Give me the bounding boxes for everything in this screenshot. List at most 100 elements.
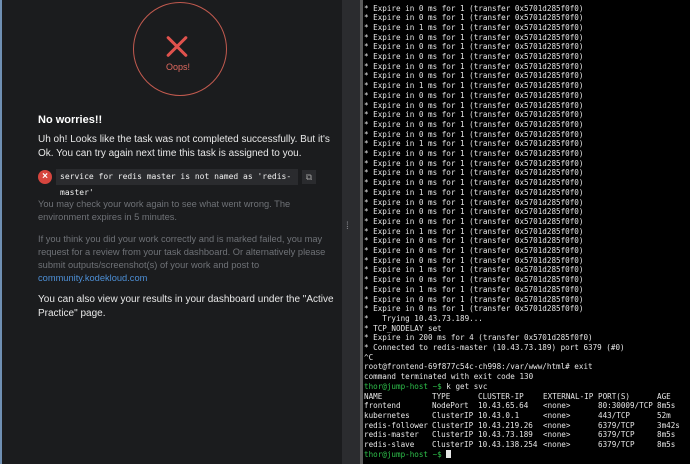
terminal-line: * Expire in 1 ms for 1 (transfer 0x5701d… [364,265,584,275]
panel-divider[interactable] [342,0,360,464]
error-box: × service for redis master is not named … [38,169,318,197]
table-cell: redis-master [364,430,419,440]
table-cell: frontend [364,401,401,411]
terminal-line: * Expire in 1 ms for 1 (transfer 0x5701d… [364,139,584,149]
result-heading: No worries!! [38,114,103,126]
error-message: service for redis master is not named as… [56,169,298,197]
table-cell: NAME [364,391,383,401]
terminal-line: * Expire in 0 ms for 1 (transfer 0x5701d… [364,207,584,217]
terminal-line: * Expire in 0 ms for 1 (transfer 0x5701d… [364,90,584,100]
prompt: thor@jump-host ~$ [364,381,442,391]
left-edge-bar [0,0,2,464]
terminal-line: command terminated with exit code 130 [364,372,534,382]
x-icon [163,34,191,58]
terminal-line: * Connected to redis-master (10.43.73.18… [364,343,625,352]
terminal-line: * Trying 10.43.73.189... [364,313,483,323]
terminal-line: * Expire in 0 ms for 1 (transfer 0x5701d… [364,255,584,265]
community-link[interactable]: community.kodekloud.com [38,273,147,283]
drag-handle-icon[interactable]: ⁞ [346,222,352,232]
terminal-line: * Expire in 0 ms for 1 (transfer 0x5701d… [364,236,584,246]
table-cell: 8m5s [657,440,676,449]
table-cell: 443/TCP [598,410,631,420]
terminal-line: * Expire in 0 ms for 1 (transfer 0x5701d… [364,32,584,42]
terminal-line: * Expire in 0 ms for 1 (transfer 0x5701d… [364,294,584,304]
terminal-line: * Expire in 0 ms for 1 (transfer 0x5701d… [364,61,584,71]
table-cell: <none> [543,410,571,420]
table-cell: ClusterIP [432,410,474,420]
terminal-line: * Expire in 0 ms for 1 (transfer 0x5701d… [364,119,584,129]
command: k get svc [441,381,488,391]
table-cell: <none> [543,401,571,411]
terminal-prompt-line: thor@jump-host ~$ [364,449,690,460]
table-cell: <none> [543,430,571,440]
table-row: redis-follower ClusterIP 10.43.219.26 <none… [364,421,690,431]
table-cell: redis-slave [364,440,415,449]
table-cell: EXTERNAL-IP [543,391,594,401]
terminal-line: * Expire in 0 ms for 1 (transfer 0x5701d… [364,129,584,139]
prompt: thor@jump-host ~$ [364,449,447,459]
terminal-line: * Expire in 0 ms for 1 (transfer 0x5701d… [364,149,584,158]
terminal-line: * Expire in 0 ms for 1 (transfer 0x5701d… [364,246,584,255]
review-text-body: If you think you did your work correctly… [38,234,326,270]
check-text: You may check your work again to see wha… [38,199,291,222]
table-cell: 6379/TCP [598,420,635,430]
table-cell: AGE [657,391,671,401]
terminal-line: * Expire in 0 ms for 1 (transfer 0x5701d… [364,158,584,168]
table-cell: 6379/TCP [598,440,635,449]
table-cell: 52m [657,410,671,420]
table-cell: TYPE [432,391,451,401]
terminal-line: root@frontend-69f877c54c-ch998:/var/www/… [364,362,593,372]
table-cell: redis-follower [364,420,429,430]
terminal-line: * Expire in 0 ms for 1 (transfer 0x5701d… [364,110,584,120]
terminal-line: * Expire in 0 ms for 1 (transfer 0x5701d… [364,3,584,13]
terminal-line: * Expire in 0 ms for 1 (transfer 0x5701d… [364,178,584,188]
terminal-line: * Expire in 0 ms for 1 (transfer 0x5701d… [364,275,584,285]
table-cell: 8m5s [657,430,676,440]
terminal-line: * Expire in 1 ms for 1 (transfer 0x5701d… [364,226,584,236]
table-cell: 10.43.219.26 [478,420,533,430]
table-cell: 6379/TCP [598,430,635,440]
terminal-line: * Expire in 1 ms for 1 (transfer 0x5701d… [364,284,584,294]
table-cell: 10.43.138.254 [478,440,538,449]
table-row: kubernetes ClusterIP 10.43.0.1 <none> 443/TC… [364,411,690,421]
terminal-line: * Expire in 200 ms for 4 (transfer 0x570… [364,333,593,343]
terminal-line: * Expire in 0 ms for 1 (transfer 0x5701d… [364,168,584,178]
review-text: If you think you did your work correctly… [38,233,334,285]
table-cell: 10.43.73.189 [478,430,533,440]
table-cell: 10.43.65.64 [478,401,529,411]
table-cell: PORT(S) [598,391,631,401]
table-cell: 10.43.0.1 [478,410,520,420]
terminal-line: * Expire in 0 ms for 1 (transfer 0x5701d… [364,304,584,314]
terminal-line: * Expire in 0 ms for 1 (transfer 0x5701d… [364,13,584,23]
terminal-edge [360,0,363,464]
cursor [446,449,452,458]
intro-text: Uh oh! Looks like the task was not compl… [38,134,330,159]
table-row: frontend NodePort 10.43.65.64 <none> 80:3000… [364,401,690,411]
terminal-line: * Expire in 1 ms for 1 (transfer 0x5701d… [364,187,584,197]
table-cell: CLUSTER-IP [478,391,524,401]
table-cell: 8m5s [657,401,676,411]
table-cell: 80:30009/TCP [598,401,653,411]
table-cell: kubernetes [364,410,410,420]
copy-icon[interactable]: ⧉ [302,170,316,184]
terminal-prompt-line: thor@jump-host ~$ k get svc [364,382,690,392]
terminal-line: * Expire in 0 ms for 1 (transfer 0x5701d… [364,100,584,110]
terminal-line: * Expire in 0 ms for 1 (transfer 0x5701d… [364,216,584,226]
terminal-line: * Expire in 1 ms for 1 (transfer 0x5701d… [364,81,584,91]
table-cell: NodePort [432,401,469,411]
terminal-line: * Expire in 1 ms for 1 (transfer 0x5701d… [364,22,584,32]
terminal-line: * Expire in 0 ms for 1 (transfer 0x5701d… [364,71,584,81]
terminal-line: * Expire in 0 ms for 1 (transfer 0x5701d… [364,42,584,52]
terminal-line: ^C [364,352,374,362]
terminal-line: * Expire in 0 ms for 1 (transfer 0x5701d… [364,197,584,207]
terminal-line: * TCP_NODELAY set [364,323,442,333]
results-text: You can also view your results in your d… [38,294,334,319]
table-cell: 3m42s [657,420,680,430]
error-icon: × [38,170,52,184]
table-cell: ClusterIP [432,430,474,440]
table-cell: ClusterIP [432,440,474,449]
result-panel: Oops! No worries!! Uh oh! Looks like the… [0,0,342,464]
table-header: NAME TYPE CLUSTER-IP EXTERNAL-IP PORT(S) AGE [364,392,690,402]
oops-label: Oops! [165,62,190,72]
table-cell: <none> [543,440,571,449]
